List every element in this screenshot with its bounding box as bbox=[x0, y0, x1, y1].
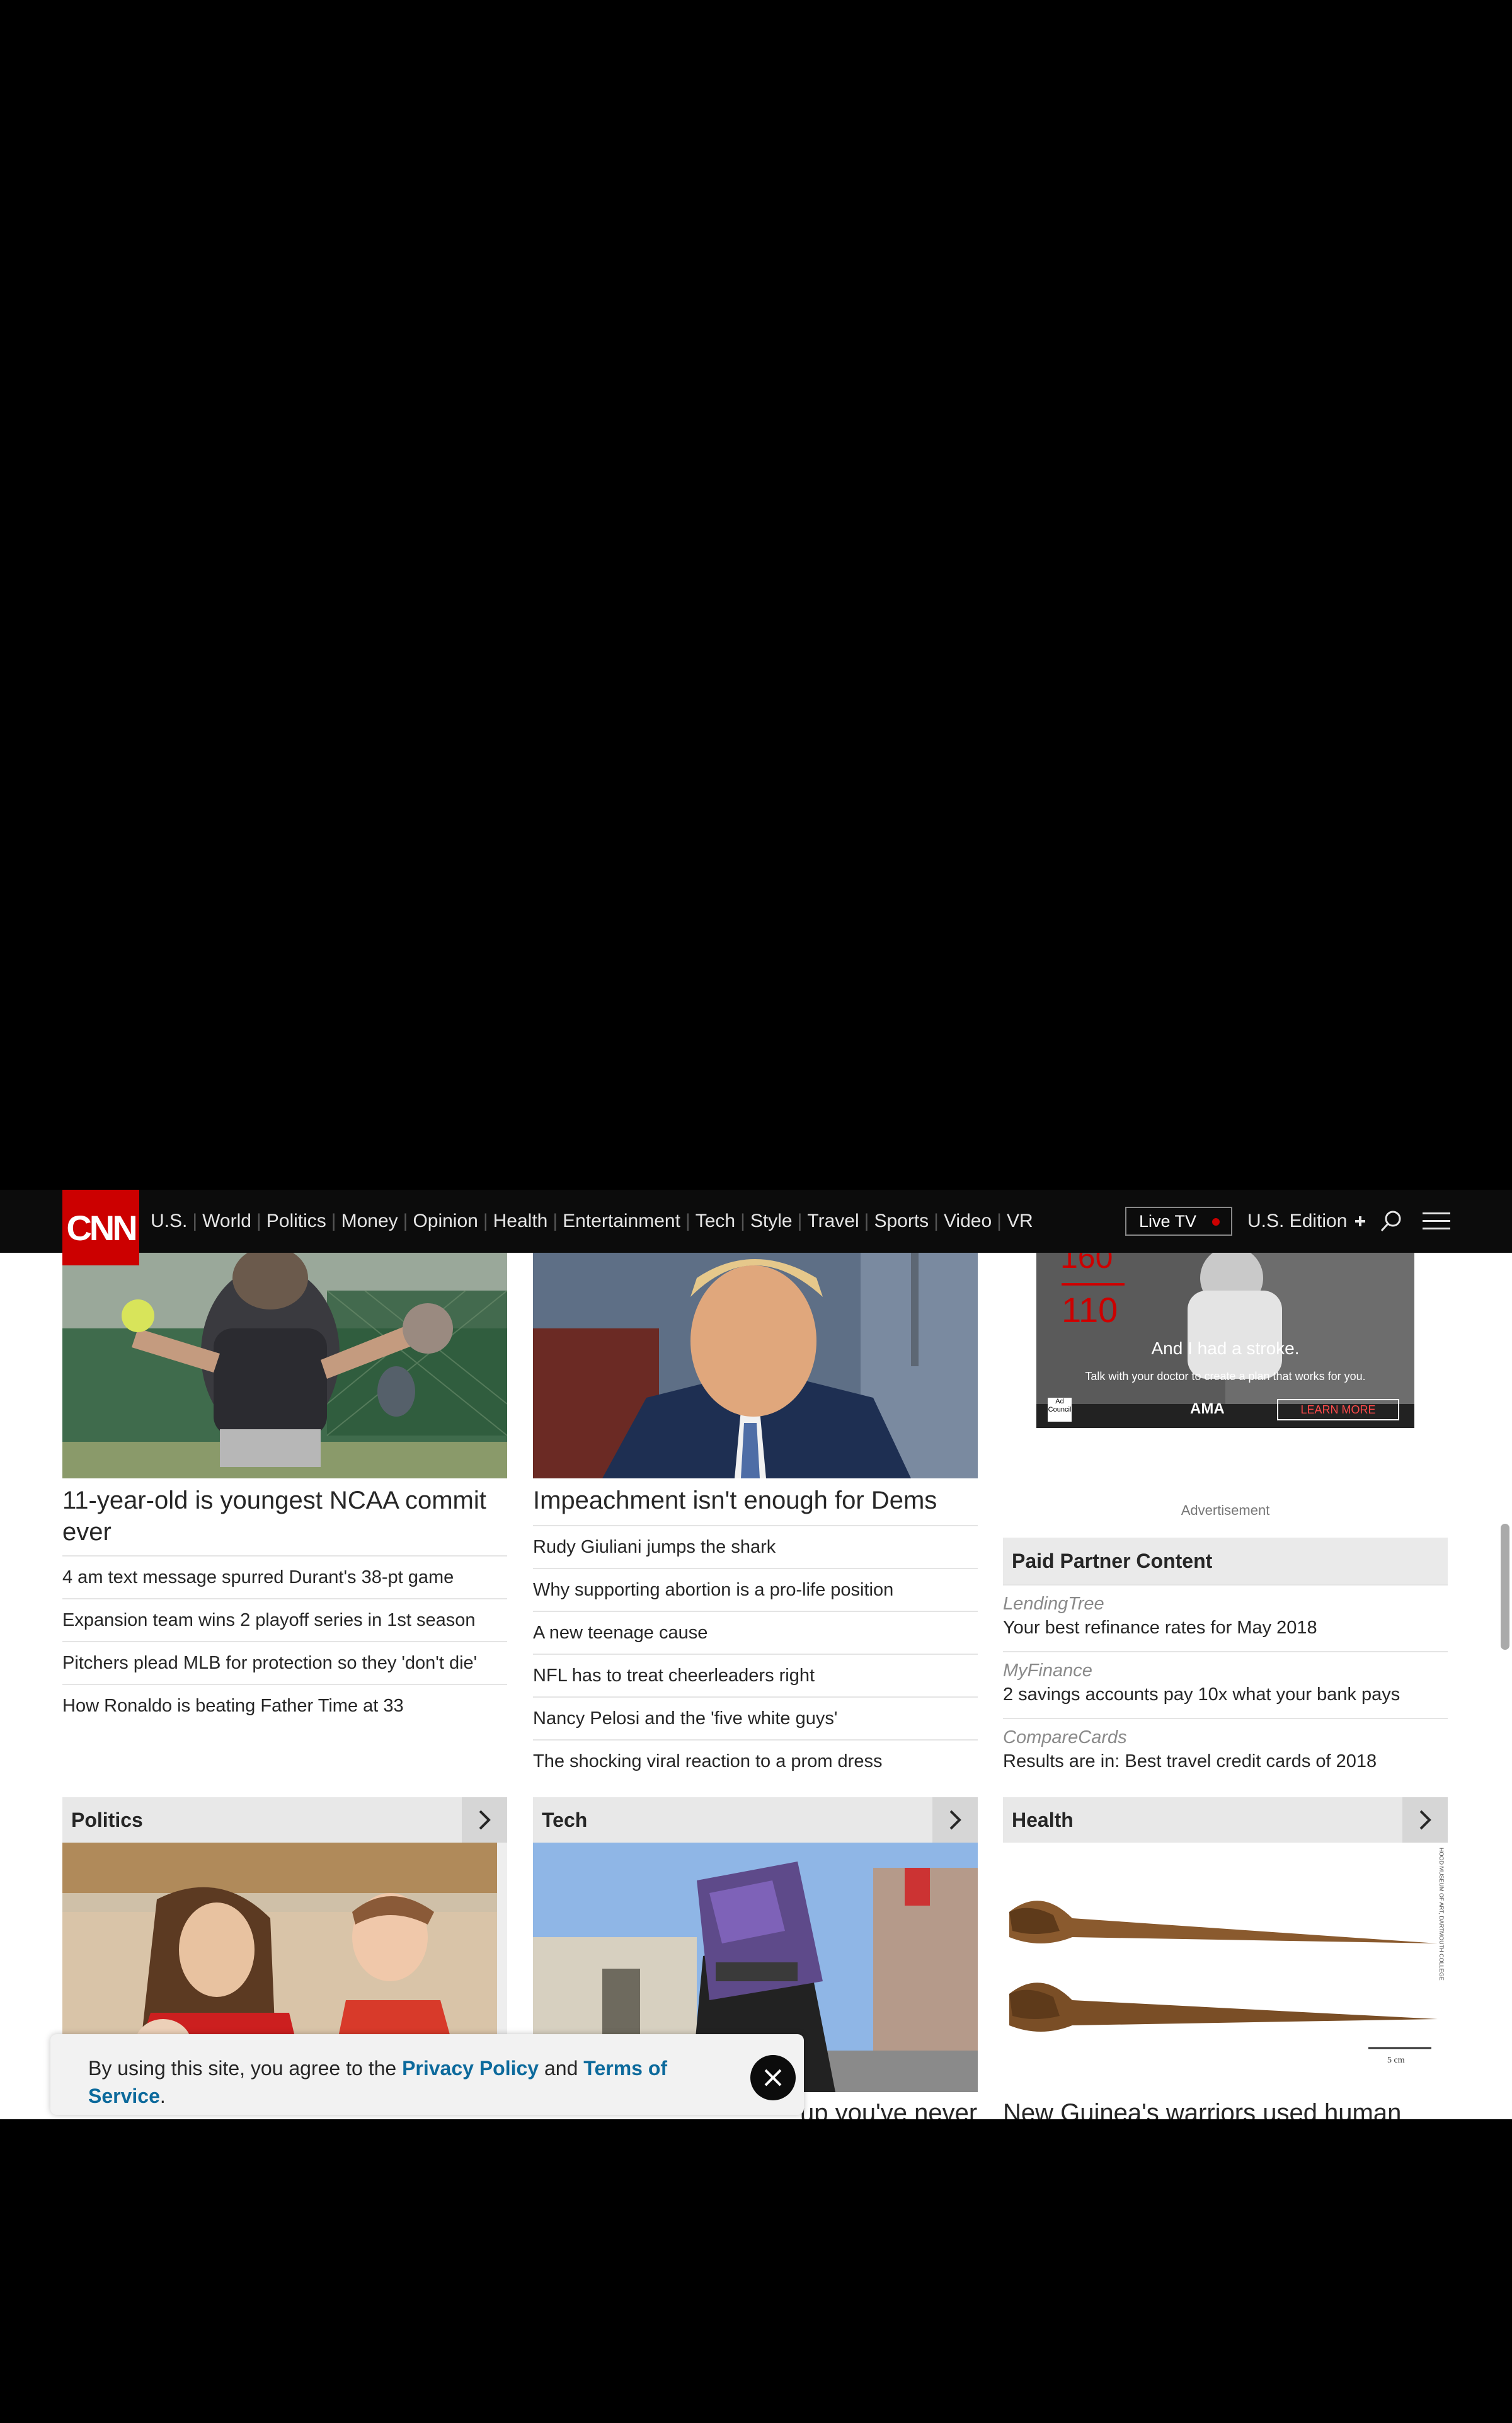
health-headline[interactable]: New Guinea's warriors used human bbox=[1003, 2097, 1401, 2119]
ad-subline: Talk with your doctor to create a plan t… bbox=[1085, 1370, 1366, 1383]
section-title[interactable]: Politics bbox=[71, 1797, 143, 1843]
paid-partner-header: Paid Partner Content bbox=[1003, 1538, 1448, 1584]
stroke-ad[interactable]: 160 110 And I had a stroke. Talk with yo… bbox=[1036, 1253, 1414, 1428]
ad-learn-more-button[interactable]: LEARN MORE bbox=[1277, 1399, 1399, 1420]
live-tv-button[interactable]: Live TV bbox=[1125, 1207, 1232, 1236]
nav-video[interactable]: Video bbox=[944, 1211, 992, 1232]
nav-divider: | bbox=[331, 1211, 336, 1231]
chevron-right-icon[interactable] bbox=[1402, 1797, 1448, 1843]
nav-divider: | bbox=[553, 1211, 558, 1231]
nav-links: U.S. | World | Politics | Money | Opinion | H… bbox=[151, 1190, 1033, 1253]
search-icon[interactable] bbox=[1380, 1210, 1402, 1233]
list-item[interactable]: Pitchers plead MLB for protection so the… bbox=[62, 1641, 507, 1684]
close-icon[interactable] bbox=[750, 2055, 796, 2100]
nav-tech[interactable]: Tech bbox=[696, 1211, 735, 1232]
health-scale-label: 5 cm bbox=[1387, 2056, 1405, 2065]
section-title[interactable]: Health bbox=[1012, 1797, 1074, 1843]
nav-us[interactable]: U.S. bbox=[151, 1211, 187, 1232]
opinion-photo[interactable] bbox=[533, 1253, 978, 1478]
list-item[interactable]: A new teenage cause bbox=[533, 1611, 978, 1654]
paid-item[interactable]: MyFinance 2 savings accounts pay 10x wha… bbox=[1003, 1651, 1448, 1718]
ad-tagline: And I had a stroke. bbox=[1151, 1338, 1300, 1358]
list-item[interactable]: The shocking viral reaction to a prom dr… bbox=[533, 1739, 978, 1782]
health-photo[interactable]: 5 cm HOOD MUSEUM OF ART, DARTMOUTH COLLE… bbox=[1003, 1843, 1448, 2092]
chevron-right-icon[interactable] bbox=[932, 1797, 978, 1843]
nav-divider: | bbox=[997, 1211, 1002, 1231]
advertisement-label: Advertisement bbox=[1181, 1502, 1270, 1518]
list-item[interactable]: Why supporting abortion is a pro-life po… bbox=[533, 1568, 978, 1611]
section-politics[interactable]: Politics bbox=[62, 1797, 507, 1843]
paid-source: MyFinance bbox=[1003, 1660, 1092, 1681]
consent-and: and bbox=[539, 2057, 584, 2080]
health-photo-credit: HOOD MUSEUM OF ART, DARTMOUTH COLLEGE bbox=[1438, 1848, 1445, 1981]
chevron-right-icon[interactable] bbox=[462, 1797, 507, 1843]
nav-divider: | bbox=[864, 1211, 869, 1231]
edition-selector[interactable]: U.S. Edition bbox=[1247, 1190, 1367, 1253]
nav-health[interactable]: Health bbox=[493, 1211, 548, 1232]
nav-divider: | bbox=[403, 1211, 408, 1231]
list-item[interactable]: Expansion team wins 2 playoff series in … bbox=[62, 1598, 507, 1641]
nav-divider: | bbox=[483, 1211, 488, 1231]
nav-divider: | bbox=[740, 1211, 745, 1231]
nav-politics[interactable]: Politics bbox=[266, 1211, 326, 1232]
edition-label: U.S. Edition bbox=[1247, 1211, 1348, 1231]
nav-travel[interactable]: Travel bbox=[807, 1211, 859, 1232]
ad-ama-logo: AMA bbox=[1190, 1400, 1225, 1417]
paid-title[interactable]: Your best refinance rates for May 2018 bbox=[1003, 1616, 1448, 1640]
nav-divider: | bbox=[685, 1211, 690, 1231]
section-health[interactable]: Health bbox=[1003, 1797, 1448, 1843]
paid-item[interactable]: LendingTree Your best refinance rates fo… bbox=[1003, 1584, 1448, 1651]
list-item[interactable]: Rudy Giuliani jumps the shark bbox=[533, 1525, 978, 1568]
sports-list: 4 am text message spurred Durant's 38-pt… bbox=[62, 1555, 507, 1727]
privacy-policy-link[interactable]: Privacy Policy bbox=[402, 2057, 539, 2080]
nav-vr[interactable]: VR bbox=[1007, 1211, 1033, 1232]
nav-entertainment[interactable]: Entertainment bbox=[563, 1211, 680, 1232]
paid-source: LendingTree bbox=[1003, 1594, 1104, 1614]
hamburger-menu-icon[interactable] bbox=[1423, 1211, 1450, 1231]
scrollbar-thumb[interactable] bbox=[1501, 1524, 1509, 1650]
section-tech[interactable]: Tech bbox=[533, 1797, 978, 1843]
consent-prefix: By using this site, you agree to the bbox=[88, 2057, 403, 2080]
plus-icon bbox=[1355, 1216, 1366, 1226]
nav-divider: | bbox=[797, 1211, 803, 1231]
cnn-logo[interactable]: CNN bbox=[62, 1190, 139, 1265]
paid-title[interactable]: Results are in: Best travel credit cards… bbox=[1003, 1749, 1448, 1773]
close-button[interactable] bbox=[750, 2055, 796, 2100]
nav-sports[interactable]: Sports bbox=[874, 1211, 929, 1232]
nav-divider: | bbox=[934, 1211, 939, 1231]
consent-suffix: . bbox=[159, 2085, 166, 2107]
nav-divider: | bbox=[256, 1211, 261, 1231]
nav-opinion[interactable]: Opinion bbox=[413, 1211, 478, 1232]
nav-world[interactable]: World bbox=[202, 1211, 251, 1232]
list-item[interactable]: 4 am text message spurred Durant's 38-pt… bbox=[62, 1555, 507, 1598]
nav-money[interactable]: Money bbox=[341, 1211, 398, 1232]
paid-source: CompareCards bbox=[1003, 1727, 1127, 1747]
paid-item[interactable]: CompareCards Results are in: Best travel… bbox=[1003, 1718, 1448, 1785]
page: 11-year-old is youngest NCAA commit ever… bbox=[0, 1190, 1512, 2119]
consent-text: By using this site, you agree to the Pri… bbox=[88, 2054, 693, 2110]
list-item[interactable]: Nancy Pelosi and the 'five white guys' bbox=[533, 1696, 978, 1739]
nav-style[interactable]: Style bbox=[750, 1211, 793, 1232]
opinion-headline[interactable]: Impeachment isn't enough for Dems bbox=[533, 1485, 978, 1516]
paid-title[interactable]: 2 savings accounts pay 10x what your ban… bbox=[1003, 1683, 1448, 1706]
ad-number-top: 160 bbox=[1060, 1253, 1113, 1275]
tech-headline[interactable]: up you've never bbox=[800, 2097, 977, 2119]
section-title[interactable]: Tech bbox=[542, 1797, 587, 1843]
consent-banner: By using this site, you agree to the Pri… bbox=[50, 2034, 804, 2115]
top-nav: CNN U.S. | World | Politics | Money | Opinio… bbox=[0, 1190, 1512, 1265]
softball-photo[interactable] bbox=[62, 1253, 507, 1478]
ad-number-bottom: 110 bbox=[1062, 1290, 1118, 1330]
list-item[interactable]: How Ronaldo is beating Father Time at 33 bbox=[62, 1684, 507, 1727]
opinion-list: Rudy Giuliani jumps the shark Why suppor… bbox=[533, 1525, 978, 1782]
live-dot-icon bbox=[1212, 1218, 1220, 1226]
ad-council-logo: Ad Council bbox=[1048, 1398, 1072, 1422]
list-item[interactable]: NFL has to treat cheerleaders right bbox=[533, 1654, 978, 1696]
nav-divider: | bbox=[192, 1211, 198, 1231]
live-tv-label: Live TV bbox=[1139, 1211, 1197, 1231]
sports-headline[interactable]: 11-year-old is youngest NCAA commit ever bbox=[62, 1485, 507, 1548]
